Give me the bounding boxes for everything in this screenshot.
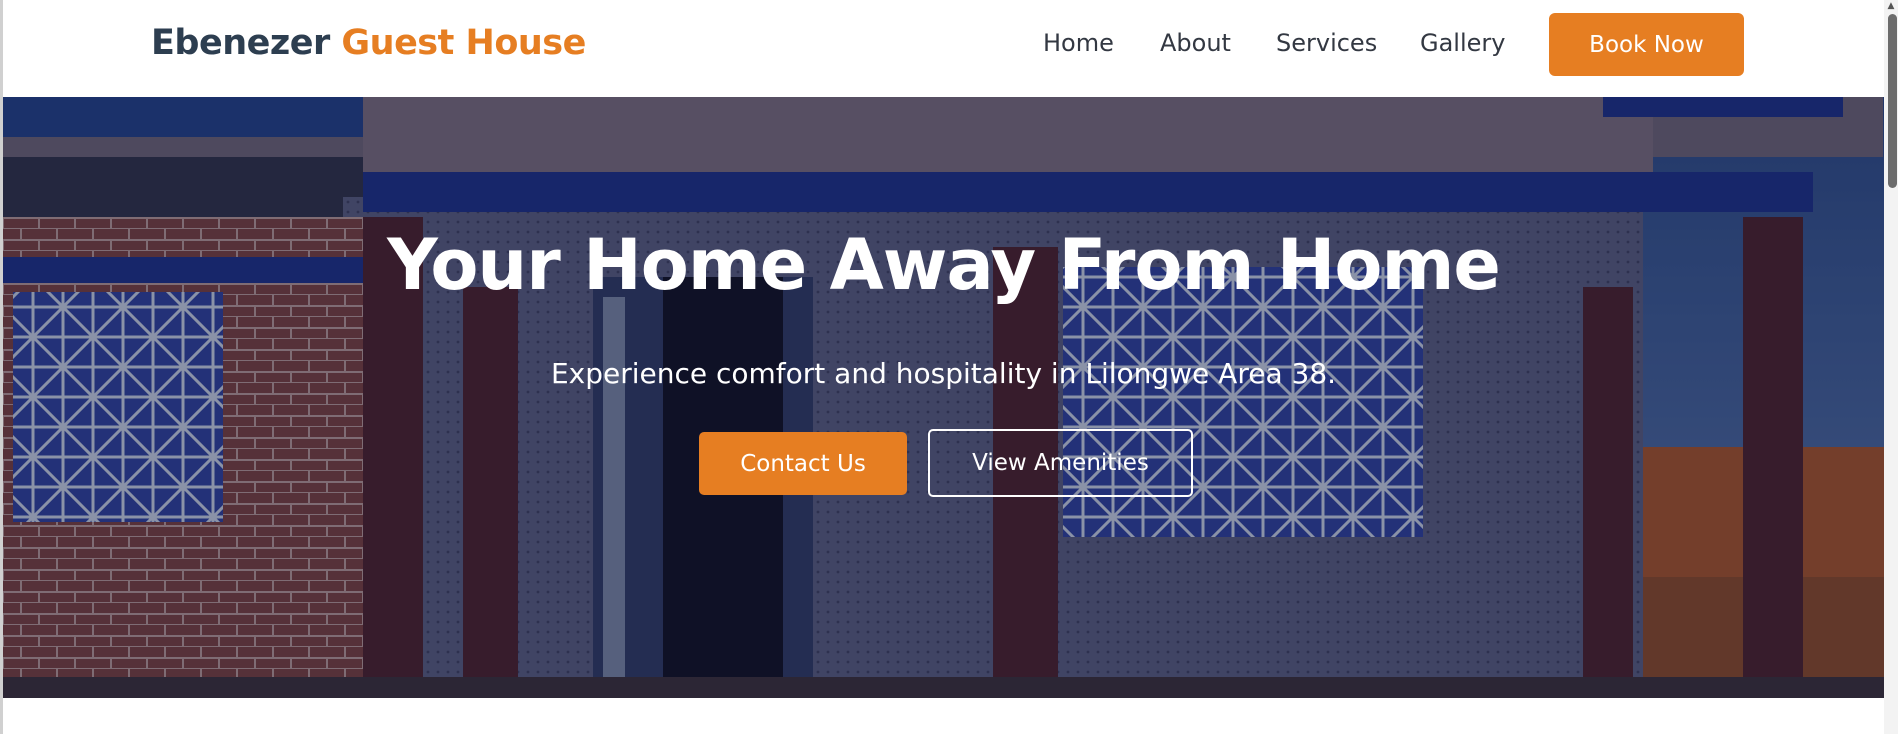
nav-home[interactable]: Home (1043, 29, 1114, 57)
hero-section: Your Home Away From Home Experience comf… (3, 97, 1884, 698)
site-logo[interactable]: Ebenezer Guest House (151, 23, 586, 63)
logo-suffix: Guest House (341, 23, 586, 63)
scrollbar-thumb[interactable] (1888, 14, 1897, 188)
nav-about[interactable]: About (1160, 29, 1231, 57)
contact-us-button[interactable]: Contact Us (699, 432, 907, 495)
site-header: Ebenezer Guest House Home About Services… (3, 0, 1884, 97)
hero-title: Your Home Away From Home (387, 224, 1501, 306)
logo-name: Ebenezer (151, 23, 330, 63)
nav-services[interactable]: Services (1276, 29, 1377, 57)
vertical-scrollbar[interactable]: ▲ (1884, 0, 1898, 734)
view-amenities-button[interactable]: View Amenities (928, 429, 1193, 497)
hero-overlay (3, 97, 1884, 698)
page-content-start (3, 698, 1884, 734)
chevron-up-icon[interactable]: ▲ (1886, 1, 1896, 11)
nav-gallery[interactable]: Gallery (1420, 29, 1505, 57)
book-now-button[interactable]: Book Now (1549, 13, 1744, 76)
hero-subtitle: Experience comfort and hospitality in Li… (550, 357, 1337, 390)
